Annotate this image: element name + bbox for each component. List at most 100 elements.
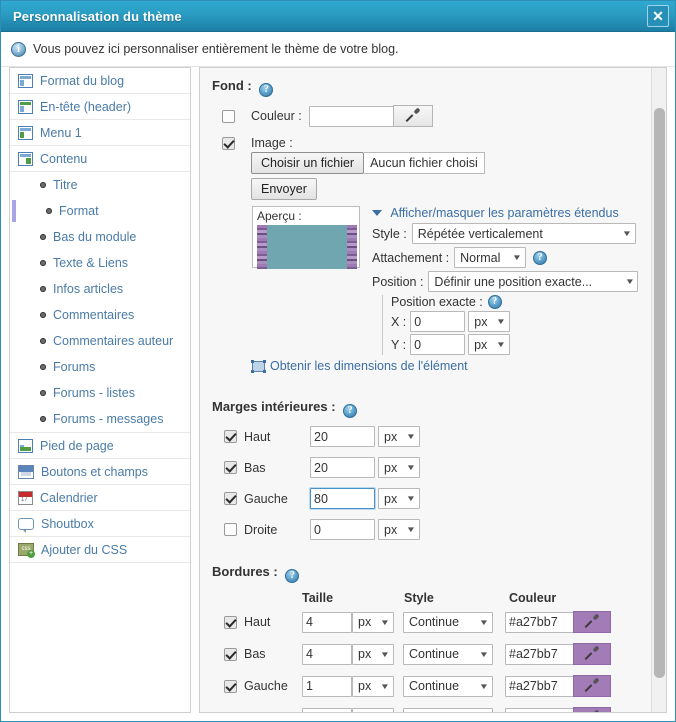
bordure-bas-color-input[interactable] [505,643,574,665]
bordure-droite-color-input[interactable] [505,707,574,712]
bordure-droite-unit-select[interactable]: px ▼ [352,707,394,712]
eyedropper-icon [585,679,599,693]
get-dimensions-link: Obtenir les dimensions de l'élément [270,359,468,373]
marge-gauche-input[interactable] [309,487,376,510]
position-x-label: X : [391,314,407,329]
bordure-bas-unit-select[interactable]: px ▼ [352,643,394,665]
position-y-row: Y : px ▼ [391,334,511,355]
bordures-header-style: Style [404,591,434,605]
position-y-unit-select[interactable]: px ▼ [468,334,511,355]
bordure-gauche-color-swatch-button[interactable] [573,675,611,697]
bordure-bas-color-swatch-button[interactable] [573,643,611,665]
marge-bas-unit-select[interactable]: px ▼ [378,457,420,478]
help-icon[interactable]: ? [533,250,548,265]
bordure-bas-style-select[interactable]: Continue ▼ [403,643,493,665]
close-icon[interactable]: ✕ [647,5,669,27]
sidebar-item-pied-de-page[interactable]: Pied de page [10,433,190,459]
sidebar-item-label: Shoutbox [41,516,94,531]
bordures-column-headers: Taille Style Couleur [224,591,652,605]
choose-file-button[interactable]: Choisir un fichier [251,152,365,174]
eyedropper-icon [406,109,420,123]
get-dimensions-row[interactable]: Obtenir les dimensions de l'élément [251,359,652,373]
position-select[interactable]: Définir une position exacte... ▼ [428,271,639,292]
sidebar-item-forums-listes[interactable]: Forums - listes [10,380,190,406]
marge-gauche-unit-select[interactable]: px ▼ [378,488,420,509]
style-select[interactable]: Répétée verticalement ▼ [411,223,636,244]
fond-couleur-checkbox[interactable] [222,109,235,123]
sidebar-item-commentaires-auteur[interactable]: Commentaires auteur [10,328,190,354]
toggle-extended-params[interactable]: Afficher/masquer les paramètres étendus [372,206,652,220]
position-y-input[interactable] [410,334,466,355]
sidebar-item-forums-messages[interactable]: Forums - messages [10,406,190,432]
bullet-icon [40,260,46,266]
sidebar-item-bas-du-module[interactable]: Bas du module [10,224,190,250]
sidebar-item-format-du-blog[interactable]: Format du blog [10,68,190,94]
attachment-select[interactable]: Normal ▼ [454,247,527,268]
bordure-haut-size-input[interactable] [302,611,352,633]
sidebar-item-ajouter-du-css[interactable]: css + Ajouter du CSS [10,537,190,563]
fond-couleur-row: Couleur : [222,105,652,127]
bordure-bas-size-input[interactable] [302,643,352,665]
sidebar-item-texte-liens[interactable]: Texte & Liens [10,250,190,276]
bordure-gauche-checkbox[interactable] [224,679,237,693]
sidebar-item-forums[interactable]: Forums [10,354,190,380]
position-x-row: X : px ▼ [391,311,511,332]
marge-gauche-checkbox[interactable] [224,492,237,505]
bordure-droite-checkbox[interactable] [224,711,237,712]
bordure-haut-checkbox[interactable] [224,615,237,629]
bordure-gauche-unit-select[interactable]: px ▼ [352,675,394,697]
marge-droite-unit-select[interactable]: px ▼ [378,519,420,540]
sidebar-item-shoutbox[interactable]: Shoutbox [10,511,190,537]
sidebar-item-infos-articles[interactable]: Infos articles [10,276,190,302]
marge-bas-checkbox[interactable] [224,461,237,474]
sidebar-item-boutons-et-champs[interactable]: Boutons et champs [10,459,190,485]
sidebar-item-menu-1[interactable]: Menu 1 [10,120,190,146]
bordure-droite-style-select[interactable]: Continue ▼ [403,707,493,712]
help-icon[interactable]: ? [259,83,274,97]
sidebar-item-format[interactable]: Format [10,198,190,224]
bordure-haut-color-input[interactable] [505,611,574,633]
bordure-droite-size-input[interactable] [302,707,352,712]
bordure-gauche-style-select[interactable]: Continue ▼ [403,675,493,697]
fond-image-checkbox[interactable] [222,136,235,150]
marge-bas-label: Bas [244,460,266,475]
help-icon[interactable]: ? [343,404,358,418]
fond-couleur-eyedropper-button[interactable] [392,105,433,127]
bordure-haut-unit-select[interactable]: px ▼ [352,611,394,633]
sidebar-item-label: Menu 1 [40,125,82,140]
marge-droite-input[interactable] [310,519,375,540]
bordure-haut-color-swatch-button[interactable] [573,611,611,633]
marge-droite-checkbox[interactable] [224,523,237,536]
theme-sections-sidebar[interactable]: Format du blog En-tête (header) Menu 1 C… [9,67,191,713]
dialog-titlebar: Personnalisation du thème ✕ [1,1,675,32]
sidebar-item-contenu[interactable]: Contenu [10,146,190,172]
bordure-droite-color-swatch-button[interactable] [573,707,611,712]
send-button[interactable]: Envoyer [251,178,317,200]
fond-couleur-input[interactable] [308,105,394,127]
sidebar-item-en-tete[interactable]: En-tête (header) [10,94,190,120]
help-icon[interactable]: ? [487,295,502,309]
settings-panel-scrollbar[interactable] [651,68,666,712]
marge-bas-input[interactable] [310,457,375,478]
marge-haut-input[interactable] [310,426,375,447]
marge-droite-label: Droite [244,522,278,537]
dialog-body: Format du blog En-tête (header) Menu 1 C… [1,67,675,721]
bordure-bas-checkbox[interactable] [224,647,237,661]
position-x-input[interactable] [410,311,466,332]
bordure-gauche-color-input[interactable] [505,675,574,697]
sidebar-item-commentaires[interactable]: Commentaires [10,302,190,328]
scrollbar-thumb[interactable] [654,108,665,678]
bordure-bas-label: Bas [244,647,266,661]
position-x-unit-select[interactable]: px ▼ [468,311,511,332]
sidebar-item-calendrier[interactable]: 17 Calendrier [10,485,190,511]
sidebar-item-titre[interactable]: Titre [10,172,190,198]
layout-content-icon [18,151,33,166]
layout-menu-icon [18,125,33,140]
exact-position-fields: Position exacte : ? X : px ▼ [391,295,511,355]
marge-haut-unit-select[interactable]: px ▼ [378,426,420,447]
chevron-down-icon: ▼ [405,463,417,472]
help-icon[interactable]: ? [285,569,300,583]
marge-haut-checkbox[interactable] [224,430,237,443]
bordure-gauche-size-input[interactable] [302,675,352,697]
bordure-haut-style-select[interactable]: Continue ▼ [403,611,493,633]
